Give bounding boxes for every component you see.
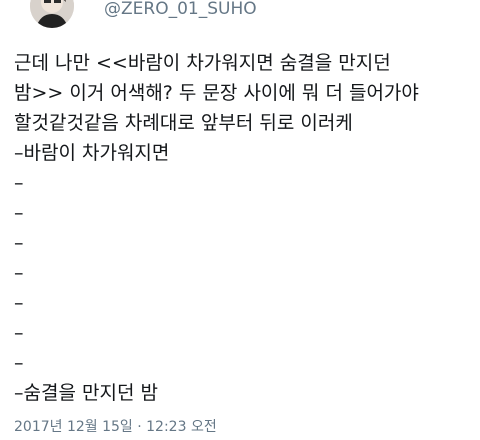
- tweet-line: –: [14, 232, 24, 254]
- tweet: @ZERO_01_SUHO 근데 나만 <<바람이 차가워지면 숨결을 만지던 …: [0, 0, 480, 440]
- tweet-line: –숨결을 만지던 밤: [14, 382, 158, 404]
- tweet-line: –: [14, 322, 24, 344]
- tweet-timestamp[interactable]: 2017년 12월 15일 · 12:23 오전: [14, 418, 217, 436]
- tweet-line: 밤>> 이거 어색해? 두 문장 사이에 뭐 더 들어가야: [14, 82, 419, 104]
- tweet-line: –바람이 차가워지면: [14, 142, 170, 164]
- tweet-line: 근데 나만 <<바람이 차가워지면 숨결을 만지던: [14, 52, 391, 74]
- tweet-line: –: [14, 352, 24, 374]
- user-handle[interactable]: @ZERO_01_SUHO: [104, 0, 257, 19]
- tweet-line: 할것같것같음 차례대로 앞부터 뒤로 이러케: [14, 112, 353, 134]
- tweet-text: 근데 나만 <<바람이 차가워지면 숨결을 만지던 밤>> 이거 어색해? 두 …: [14, 48, 474, 408]
- tweet-line: –: [14, 262, 24, 284]
- tweet-line: –: [14, 202, 24, 224]
- tweet-header: @ZERO_01_SUHO: [0, 0, 480, 36]
- avatar-image: [30, 0, 74, 28]
- avatar[interactable]: [30, 0, 74, 28]
- tweet-line: –: [14, 292, 24, 314]
- tweet-line: –: [14, 172, 24, 194]
